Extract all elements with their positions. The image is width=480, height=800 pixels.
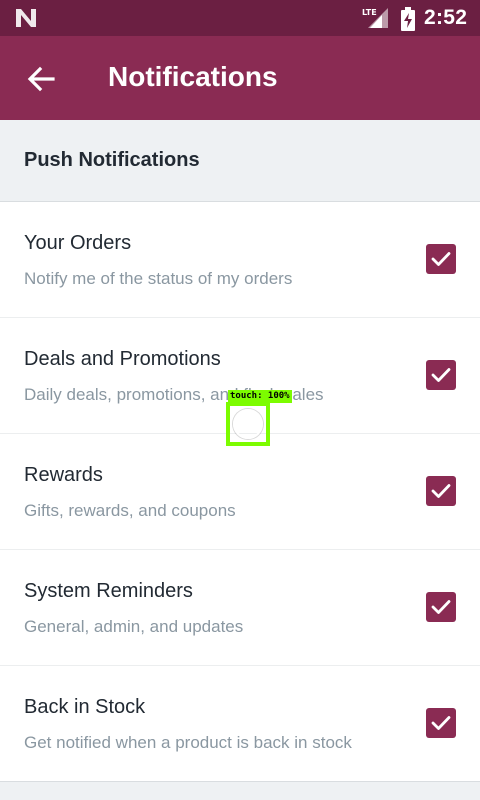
setting-title: System Reminders bbox=[24, 580, 193, 602]
section-header: Push Notifications bbox=[0, 120, 480, 202]
check-icon bbox=[431, 368, 451, 382]
arrow-left-icon bbox=[27, 66, 55, 92]
n-logo-icon bbox=[14, 7, 38, 34]
setting-row-your-orders[interactable]: Your Orders Notify me of the status of m… bbox=[0, 202, 480, 318]
back-button[interactable] bbox=[20, 58, 62, 100]
checkbox-deals-and-promotions[interactable] bbox=[426, 360, 456, 390]
touch-point-icon bbox=[233, 409, 263, 439]
battery-charging-icon bbox=[400, 7, 416, 36]
check-icon bbox=[431, 252, 451, 266]
setting-subtitle: Gifts, rewards, and coupons bbox=[24, 501, 236, 520]
checkbox-system-reminders[interactable] bbox=[426, 592, 456, 622]
check-icon bbox=[431, 484, 451, 498]
setting-row-back-in-stock[interactable]: Back in Stock Get notified when a produc… bbox=[0, 666, 480, 781]
section-title: Push Notifications bbox=[24, 149, 200, 171]
checkbox-back-in-stock[interactable] bbox=[426, 708, 456, 738]
setting-title: Your Orders bbox=[24, 232, 132, 254]
status-bar: LTE 2:52 bbox=[0, 0, 480, 36]
app-bar: Notifications bbox=[0, 36, 480, 120]
status-time: 2:52 bbox=[424, 6, 468, 29]
setting-title: Rewards bbox=[24, 464, 103, 486]
setting-title: Deals and Promotions bbox=[24, 348, 221, 370]
check-icon bbox=[431, 716, 451, 730]
page-title: Notifications bbox=[108, 61, 278, 92]
setting-subtitle: General, admin, and updates bbox=[24, 617, 244, 636]
checkbox-rewards[interactable] bbox=[426, 476, 456, 506]
network-label: LTE bbox=[362, 8, 377, 17]
setting-title: Back in Stock bbox=[24, 696, 146, 718]
setting-row-system-reminders[interactable]: System Reminders General, admin, and upd… bbox=[0, 550, 480, 666]
checkbox-your-orders[interactable] bbox=[426, 244, 456, 274]
setting-subtitle: Get notified when a product is back in s… bbox=[24, 733, 352, 752]
lte-signal-icon: LTE bbox=[362, 6, 390, 35]
check-icon bbox=[431, 600, 451, 614]
setting-subtitle: Notify me of the status of my orders bbox=[24, 269, 293, 288]
notification-list: Your Orders Notify me of the status of m… bbox=[0, 202, 480, 782]
touch-indicator: touch: 100% bbox=[226, 390, 298, 452]
